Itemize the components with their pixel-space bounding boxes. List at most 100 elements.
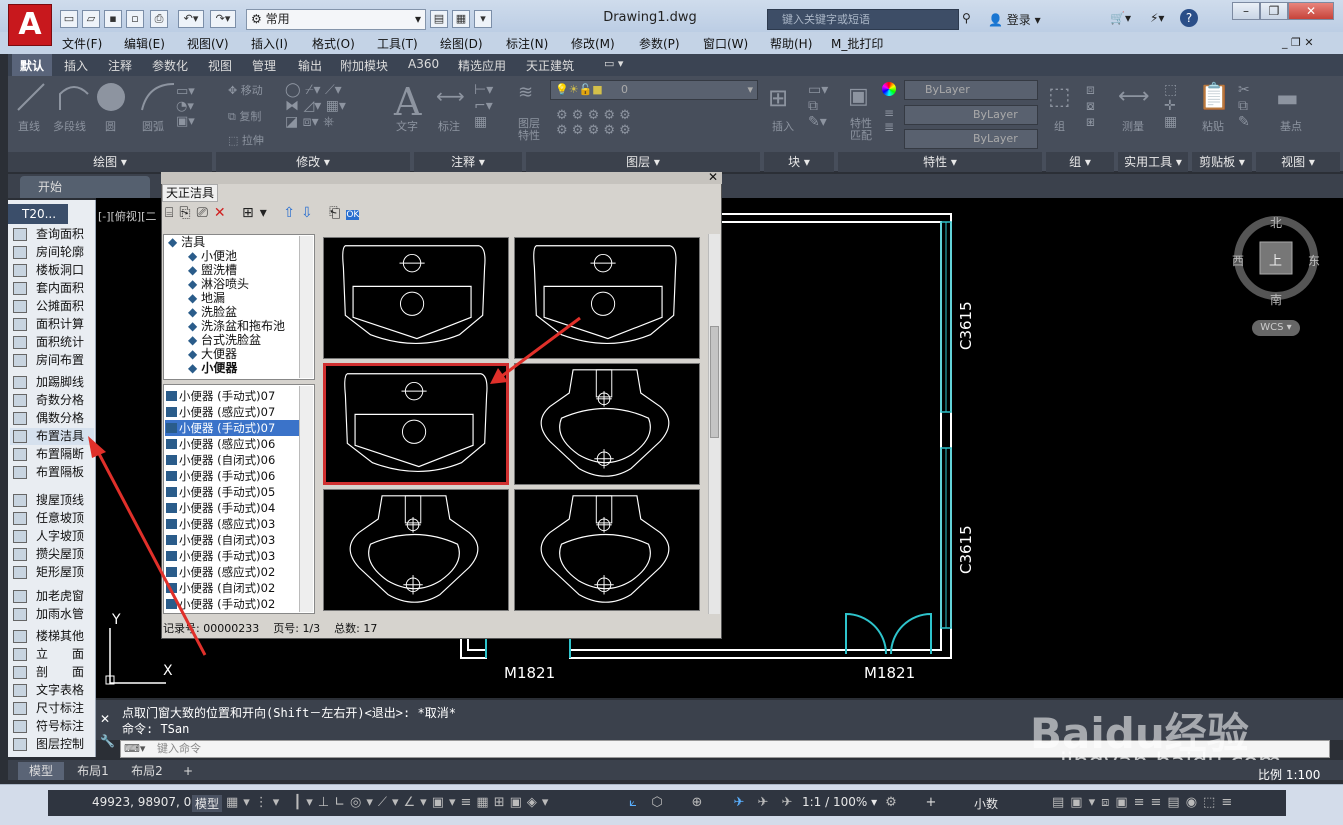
binoculars-icon[interactable]: ⚲ bbox=[962, 11, 971, 25]
utility-icons[interactable]: ⬚ ✛ ▦ bbox=[1164, 82, 1177, 130]
menu-item[interactable]: 标注(N) bbox=[506, 35, 548, 52]
plus-icon[interactable]: + bbox=[924, 796, 938, 810]
ribbon-tab[interactable]: A360 bbox=[408, 57, 439, 71]
ribbon-panel-label[interactable]: 组 ▾ bbox=[1046, 152, 1114, 172]
palette-item[interactable]: 面积统计 bbox=[10, 334, 94, 351]
ucs-toggle-icon[interactable]: ⟀ bbox=[626, 796, 640, 810]
palette-item[interactable]: 加老虎窗 bbox=[10, 588, 94, 605]
ribbon-tab[interactable]: 输出 bbox=[298, 57, 322, 74]
circle-label[interactable]: 圆 bbox=[105, 118, 116, 134]
layer-props-label[interactable]: 图层 特性 bbox=[518, 118, 540, 142]
lineweight-dropdown[interactable]: ByLayer bbox=[904, 129, 1038, 149]
palette-item[interactable]: 楼板洞口 bbox=[10, 262, 94, 279]
palette-item[interactable]: 图层控制 bbox=[10, 736, 94, 753]
move-tool[interactable]: ✥ 移动 bbox=[228, 82, 263, 98]
fixture-thumbnail[interactable] bbox=[514, 363, 700, 485]
ribbon-panel-label[interactable]: 视图 ▾ bbox=[1256, 152, 1340, 172]
palette-item[interactable]: 矩形屋顶 bbox=[10, 564, 94, 581]
ribbon-tab[interactable]: 参数化 bbox=[152, 57, 188, 74]
menu-item[interactable]: 绘图(D) bbox=[440, 35, 483, 52]
palette-title[interactable]: T20... bbox=[8, 204, 68, 224]
palette-item[interactable]: 符号标注 bbox=[10, 718, 94, 735]
palette-item[interactable]: 布置隔断 bbox=[10, 446, 94, 463]
workspace-select[interactable]: ⚙ 常用 ▾ bbox=[246, 9, 426, 30]
line-label[interactable]: 直线 bbox=[18, 118, 40, 134]
list-item[interactable]: 小便器 (感应式)02 bbox=[165, 564, 299, 580]
tree-item[interactable]: ◆ 地漏 bbox=[188, 291, 225, 305]
group-icons[interactable]: ⧈ ⧇ ⧆ bbox=[1086, 82, 1095, 130]
ribbon-panel-label[interactable]: 特性 ▾ bbox=[838, 152, 1042, 172]
palette-item[interactable]: 楼梯其他 bbox=[10, 628, 94, 645]
list-item[interactable]: 小便器 (手动式)07 bbox=[165, 388, 299, 404]
pick-icon[interactable]: ⎗ bbox=[329, 205, 346, 221]
list-item[interactable]: 小便器 (感应式)03 bbox=[165, 516, 299, 532]
tab-layout2[interactable]: 布局2 bbox=[122, 762, 172, 780]
customize-qat-icon[interactable]: ▾ bbox=[474, 10, 492, 28]
gallery-scroll-thumb[interactable] bbox=[710, 326, 719, 438]
list-item[interactable]: 小便器 (自闭式)02 bbox=[165, 580, 299, 596]
base-icon[interactable]: ▬ bbox=[1276, 84, 1299, 112]
dialog-toolbar[interactable]: ⌸⎘⎚✕ ⊞▾ ⇧⇩ ⎗OK bbox=[165, 205, 360, 221]
palette-item[interactable]: 奇数分格 bbox=[10, 392, 94, 409]
palette-item[interactable]: 搜屋顶线 bbox=[10, 492, 94, 509]
palette-item[interactable]: 布置隔板 bbox=[10, 464, 94, 481]
menu-item[interactable]: 修改(M) bbox=[571, 35, 615, 52]
viewcube-east[interactable]: 东 bbox=[1308, 252, 1320, 269]
tree-item[interactable]: ◆ 洗脸盆 bbox=[188, 305, 237, 319]
list-item[interactable]: 小便器 (感应式)06 bbox=[165, 436, 299, 452]
copy-tool[interactable]: ⧉ 复制 bbox=[228, 108, 261, 124]
delete-icon[interactable]: ✕ bbox=[214, 205, 232, 221]
base-label[interactable]: 基点 bbox=[1280, 118, 1302, 134]
menu-item[interactable]: 编辑(E) bbox=[124, 35, 165, 52]
palette-item[interactable]: 房间布置 bbox=[10, 352, 94, 369]
properties-icon[interactable]: ▦ bbox=[452, 10, 470, 28]
tree-item[interactable]: ◆ 淋浴喷头 bbox=[188, 277, 249, 291]
palette-item[interactable]: 立 面 bbox=[10, 646, 94, 663]
stretch-tool[interactable]: ⬚ 拉伸 bbox=[228, 132, 264, 148]
workspace-gear-icon[interactable]: ⚙ bbox=[884, 796, 898, 810]
dialog-grip[interactable] bbox=[161, 172, 722, 184]
palette-item[interactable]: 加雨水管 bbox=[10, 606, 94, 623]
tree-item[interactable]: ◆ 盥洗槽 bbox=[188, 263, 237, 277]
drafting-toggles[interactable]: ▦▾⋮▾ ┃▾⊥∟◎▾⟋▾∠▾▣▾≡▦⊞▣◈▾ bbox=[226, 795, 553, 810]
draw-small-icons[interactable]: ▭▾ ◔▾ ▣▾ bbox=[176, 84, 195, 129]
ribbon-panel-label[interactable]: 注释 ▾ bbox=[414, 152, 522, 172]
tree-item[interactable]: ◆ 台式洗脸盆 bbox=[188, 333, 261, 347]
list-item[interactable]: 小便器 (手动式)03 bbox=[165, 548, 299, 564]
model-space-button[interactable]: 模型 bbox=[192, 795, 223, 812]
layer-state-icon[interactable]: ▤ bbox=[430, 10, 448, 28]
menu-item[interactable]: 视图(V) bbox=[187, 35, 229, 52]
coordinates-readout[interactable]: 49923, 98907, 0 bbox=[92, 795, 191, 809]
minimize-button[interactable]: – bbox=[1232, 2, 1260, 20]
viewcube-west[interactable]: 西 bbox=[1232, 252, 1244, 269]
open-icon[interactable]: ▱ bbox=[82, 10, 100, 28]
paste-icon[interactable]: 📋 bbox=[1198, 82, 1230, 112]
arc-label[interactable]: 圆弧 bbox=[142, 118, 164, 134]
palette-item[interactable]: 面积计算 bbox=[10, 316, 94, 333]
wcs-menu[interactable]: WCS ▾ bbox=[1252, 320, 1300, 336]
group-label[interactable]: 组 bbox=[1054, 118, 1065, 134]
palette-item[interactable]: 任意坡顶 bbox=[10, 510, 94, 527]
ribbon-tab[interactable]: 注释 bbox=[108, 57, 132, 74]
annotation-scale[interactable]: 1:1 / 100% ▾ bbox=[802, 795, 877, 809]
redo-icon[interactable]: ↷▾ bbox=[210, 10, 236, 28]
linetype-dropdown[interactable]: ByLayer bbox=[904, 105, 1038, 125]
menu-item[interactable]: 帮助(H) bbox=[770, 35, 812, 52]
menu-item[interactable]: 格式(O) bbox=[312, 35, 355, 52]
list-item[interactable]: 小便器 (手动式)05 bbox=[165, 484, 299, 500]
new-icon[interactable]: ▭ bbox=[60, 10, 78, 28]
tree-root[interactable]: ◆ 洁具 bbox=[168, 235, 205, 249]
3d-icon[interactable]: ⬡ bbox=[650, 796, 664, 810]
start-tab[interactable]: 开始 bbox=[20, 176, 150, 198]
ribbon-panel-label[interactable]: 修改 ▾ bbox=[216, 152, 410, 172]
units-select[interactable]: 小数 bbox=[974, 795, 998, 812]
layer-props-icon[interactable]: ≋ bbox=[518, 82, 533, 103]
list-item[interactable]: 小便器 (手动式)04 bbox=[165, 500, 299, 516]
ribbon-panel-label[interactable]: 剪贴板 ▾ bbox=[1192, 152, 1252, 172]
fixture-thumbnail[interactable] bbox=[323, 363, 509, 485]
category-tree[interactable] bbox=[163, 234, 315, 380]
doc-window-controls[interactable]: _ ❐ ✕ bbox=[1282, 36, 1314, 49]
print-icon[interactable]: ⎙ bbox=[150, 10, 168, 28]
viewcube-south[interactable]: 南 bbox=[1270, 291, 1282, 308]
help-icon[interactable]: ? bbox=[1180, 9, 1198, 27]
